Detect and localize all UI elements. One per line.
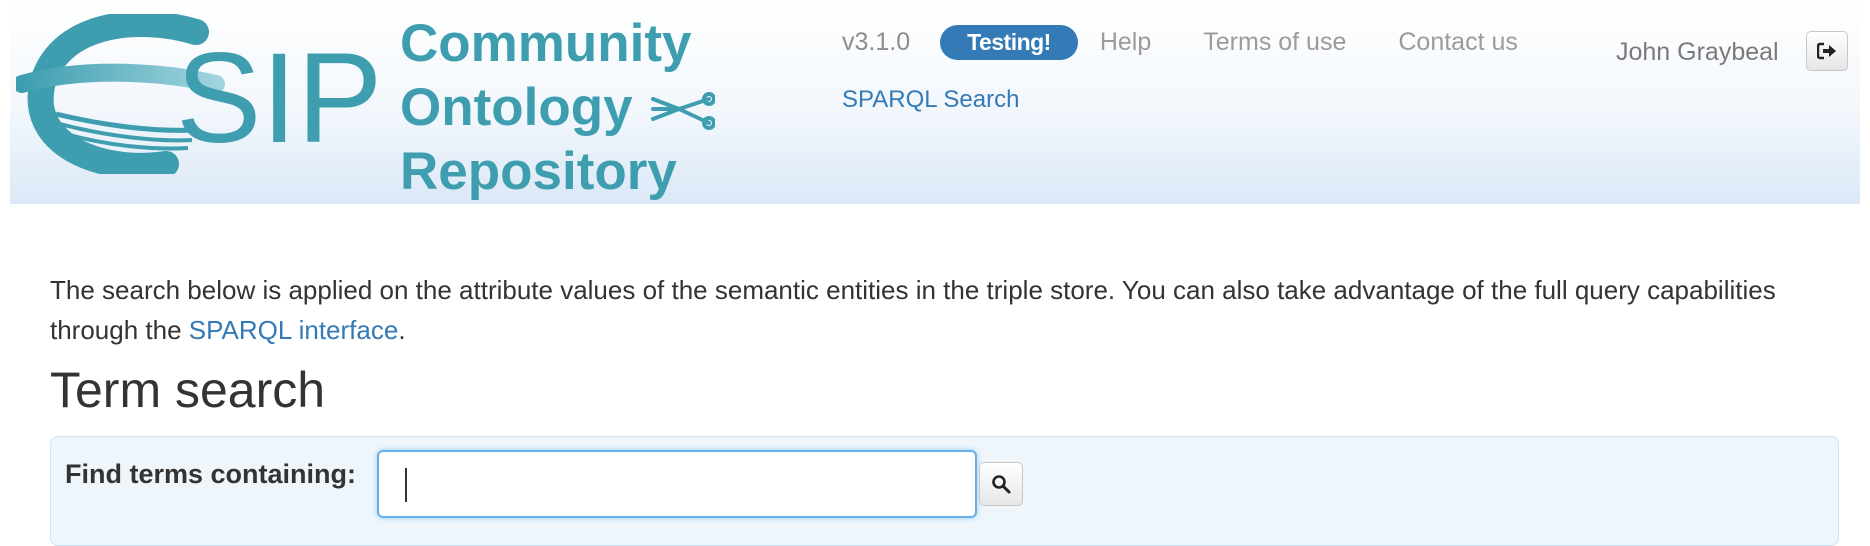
nav-contact-link[interactable]: Contact us xyxy=(1398,28,1518,57)
brand-line-ontology: Ontology xyxy=(400,76,716,140)
brand-line-repository: Repository xyxy=(400,142,677,201)
ontology-graph-icon xyxy=(650,92,716,130)
sign-out-icon xyxy=(1817,42,1836,60)
site-header: SIP Community Ontology Repository v3.1.0… xyxy=(10,0,1860,204)
intro-text: The search below is applied on the attri… xyxy=(50,275,1776,345)
search-icon xyxy=(992,475,1011,494)
logout-button[interactable] xyxy=(1806,31,1848,71)
search-label: Find terms containing: xyxy=(65,459,357,489)
search-input[interactable] xyxy=(377,450,977,518)
brand-title: Community Ontology Repository xyxy=(400,12,716,204)
top-nav: v3.1.0 Testing! Help Terms of use Contac… xyxy=(842,22,1570,62)
sparql-interface-link[interactable]: SPARQL interface xyxy=(189,315,399,345)
page-title: Term search xyxy=(50,362,326,418)
nav-terms-link[interactable]: Terms of use xyxy=(1203,28,1346,57)
svg-text:SIP: SIP xyxy=(176,27,382,170)
nav-sparql-search-link[interactable]: SPARQL Search xyxy=(842,86,1019,114)
brand-line-community: Community xyxy=(400,14,692,73)
nav-help-link[interactable]: Help xyxy=(1100,28,1151,57)
text-cursor xyxy=(405,468,407,502)
version-label: v3.1.0 xyxy=(842,27,911,56)
testing-badge: Testing! xyxy=(940,24,1078,60)
esip-logo: SIP xyxy=(16,14,382,174)
user-name[interactable]: John Graybeal xyxy=(1616,38,1779,67)
search-button[interactable] xyxy=(979,462,1023,506)
